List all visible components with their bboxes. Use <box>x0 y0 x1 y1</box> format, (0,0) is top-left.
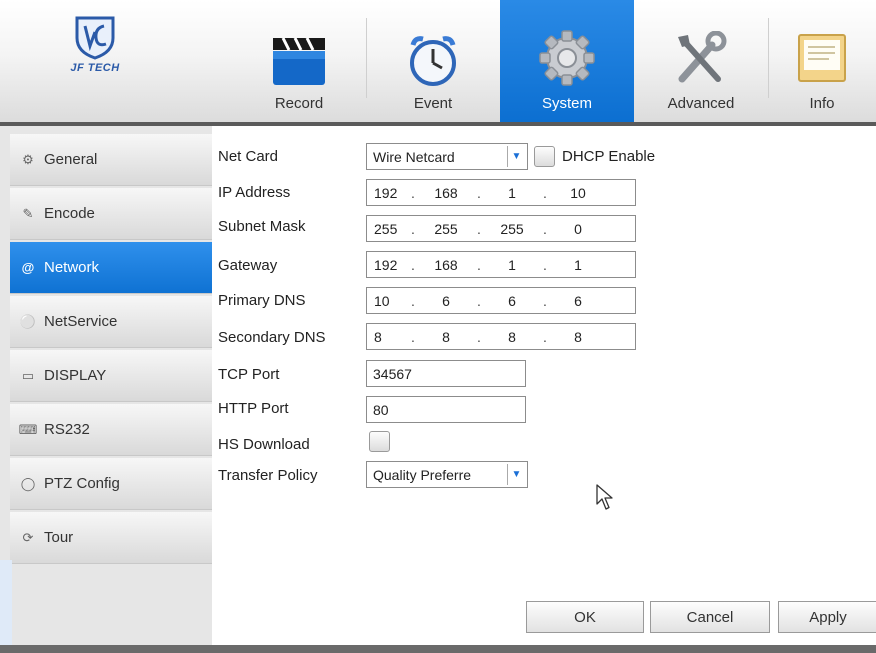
hs-download-checkbox[interactable] <box>369 431 390 452</box>
ip-octet[interactable]: 0 <box>553 221 603 237</box>
subnet-mask-label: Subnet Mask <box>218 218 306 235</box>
gear-small-icon: ⚙ <box>22 151 34 167</box>
tab-label: Event <box>413 95 453 112</box>
transfer-policy-label: Transfer Policy <box>218 467 318 484</box>
ip-octet[interactable]: 168 <box>421 257 471 273</box>
sidebar-item-general[interactable]: ⚙ General <box>10 134 212 186</box>
globe-icon: ⚪ <box>19 313 37 329</box>
chevron-down-icon: ▼ <box>507 146 525 167</box>
top-menu-bar: JF TECH Record Event System Advanced Inf… <box>0 0 876 122</box>
document-icon <box>798 34 846 82</box>
mouse-cursor-icon <box>596 484 613 510</box>
sidebar-item-label: DISPLAY <box>44 367 107 384</box>
ip-octet[interactable]: 10 <box>367 293 405 309</box>
ip-octet[interactable]: 1 <box>487 257 537 273</box>
ip-octet[interactable]: 6 <box>421 293 471 309</box>
ip-octet[interactable]: 1 <box>487 185 537 201</box>
sidebar-item-ptz-config[interactable]: ◯ PTZ Config <box>10 458 212 510</box>
ip-octet[interactable]: 8 <box>421 329 471 345</box>
gateway-field[interactable]: 192. 168. 1. 1 <box>366 251 636 278</box>
ip-address-field[interactable]: 192. 168. 1. 10 <box>366 179 636 206</box>
net-card-select[interactable]: Wire Netcard ▼ <box>366 143 528 170</box>
sidebar-item-label: PTZ Config <box>44 475 120 492</box>
ip-octet[interactable]: 192 <box>367 185 405 201</box>
sidebar-item-encode[interactable]: ✎ Encode <box>10 188 212 240</box>
ip-octet[interactable]: 8 <box>553 329 603 345</box>
gateway-label: Gateway <box>218 257 278 274</box>
sidebar-edge <box>0 560 12 653</box>
ip-octet[interactable]: 168 <box>421 185 471 201</box>
clapperboard-icon <box>273 37 325 85</box>
sidebar-item-tour[interactable]: ⟳ Tour <box>10 512 212 564</box>
dhcp-enable-checkbox[interactable] <box>534 146 555 167</box>
refresh-icon: ⟳ <box>22 529 34 545</box>
secondary-dns-label: Secondary DNS <box>218 329 326 346</box>
primary-dns-label: Primary DNS <box>218 292 306 309</box>
bottom-bar <box>0 645 876 653</box>
tab-label: Advanced <box>667 95 735 112</box>
settings-sidebar: ⚙ General ✎ Encode @ Network ⚪ NetServic… <box>0 126 212 645</box>
sidebar-item-network[interactable]: @ Network <box>10 242 212 294</box>
ip-octet[interactable]: 8 <box>367 329 405 345</box>
sidebar-item-label: General <box>44 151 98 168</box>
sidebar-item-label: Encode <box>44 205 95 222</box>
ip-octet[interactable]: 6 <box>553 293 603 309</box>
clock-icon <box>410 36 456 86</box>
ip-address-label: IP Address <box>218 184 291 201</box>
dhcp-enable-label: DHCP Enable <box>562 148 656 165</box>
transfer-policy-value: Quality Preferre <box>373 466 472 483</box>
edit-icon: ✎ <box>22 205 34 221</box>
tab-system[interactable]: System <box>500 0 634 122</box>
primary-dns-field[interactable]: 10. 6. 6. 6 <box>366 287 636 314</box>
tab-record[interactable]: Record <box>232 0 366 122</box>
ip-octet[interactable]: 10 <box>553 185 603 201</box>
http-port-label: HTTP Port <box>218 400 289 417</box>
apply-button[interactable]: Apply <box>778 601 876 633</box>
monitor-icon: ▭ <box>21 367 35 383</box>
sidebar-item-label: Tour <box>44 529 74 546</box>
tab-label: System <box>541 95 592 112</box>
logo-text: JF TECH <box>70 62 120 74</box>
at-icon: @ <box>21 260 35 275</box>
net-card-value: Wire Netcard <box>373 148 455 165</box>
brand-logo: JF TECH <box>30 14 160 94</box>
ip-octet[interactable]: 6 <box>487 293 537 309</box>
tools-icon <box>678 31 727 83</box>
chevron-down-icon: ▼ <box>507 464 525 485</box>
ip-octet[interactable]: 1 <box>553 257 603 273</box>
tcp-port-label: TCP Port <box>218 366 280 383</box>
http-port-input[interactable]: 80 <box>366 396 526 423</box>
tab-label: Record <box>274 95 324 112</box>
cancel-button[interactable]: Cancel <box>650 601 770 633</box>
transfer-policy-select[interactable]: Quality Preferre ▼ <box>366 461 528 488</box>
net-card-label: Net Card <box>218 148 279 165</box>
network-settings-panel: Net Card Wire Netcard ▼ DHCP Enable IP A… <box>212 126 876 645</box>
tab-advanced[interactable]: Advanced <box>634 0 768 122</box>
tab-info[interactable]: Info <box>768 0 876 122</box>
sidebar-item-label: Network <box>44 259 100 276</box>
keyboard-icon: ⌨ <box>18 421 38 437</box>
ip-octet[interactable]: 192 <box>367 257 405 273</box>
sidebar-item-display[interactable]: ▭ DISPLAY <box>10 350 212 402</box>
ip-octet[interactable]: 8 <box>487 329 537 345</box>
sidebar-item-netservice[interactable]: ⚪ NetService <box>10 296 212 348</box>
subnet-mask-field[interactable]: 255. 255. 255. 0 <box>366 215 636 242</box>
ok-button[interactable]: OK <box>526 601 644 633</box>
sidebar-item-label: NetService <box>44 313 118 330</box>
sidebar-item-rs232[interactable]: ⌨ RS232 <box>10 404 212 456</box>
gear-icon <box>539 30 595 86</box>
ip-octet[interactable]: 255 <box>421 221 471 237</box>
sidebar-item-label: RS232 <box>44 421 90 438</box>
tab-label: Info <box>809 95 835 112</box>
ip-octet[interactable]: 255 <box>487 221 537 237</box>
tcp-port-input[interactable]: 34567 <box>366 360 526 387</box>
tab-event[interactable]: Event <box>366 0 500 122</box>
hs-download-label: HS Download <box>218 436 310 453</box>
secondary-dns-field[interactable]: 8. 8. 8. 8 <box>366 323 636 350</box>
ip-octet[interactable]: 255 <box>367 221 405 237</box>
ptz-icon: ◯ <box>20 475 36 491</box>
shield-logo-icon <box>75 16 115 60</box>
